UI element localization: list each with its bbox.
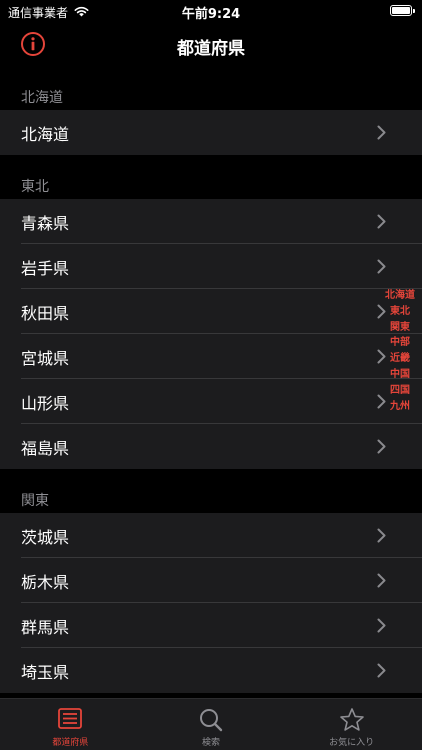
table-row[interactable]: 青森県 (0, 199, 422, 244)
row-label: 宮城県 (21, 348, 70, 368)
battery-icon (390, 5, 415, 16)
section-group: 北海道 (0, 110, 422, 155)
table-row[interactable]: 北海道 (0, 110, 422, 155)
tab-label: 検索 (202, 738, 221, 748)
tab-label: お気に入り (329, 738, 375, 748)
section-index-item[interactable]: 北海道 (385, 288, 415, 304)
section-index-item[interactable]: 九州 (390, 399, 410, 415)
table-row[interactable]: 茨城県 (0, 513, 422, 558)
list-icon (56, 707, 84, 735)
row-label: 秋田県 (21, 303, 70, 323)
battery-level (392, 7, 410, 14)
chevron-right-icon (377, 573, 386, 588)
tab-bar: 都道府県 検索 お気に入り (0, 698, 422, 750)
section-group: 青森県岩手県秋田県宮城県山形県福島県 (0, 199, 422, 469)
section-group: 茨城県栃木県群馬県埼玉県 (0, 513, 422, 693)
star-icon (339, 707, 365, 737)
chevron-right-icon (377, 259, 386, 274)
section-index[interactable]: 北海道 東北 関東 中部 近畿 中国 四国 九州 (382, 288, 418, 414)
section-index-item[interactable]: 四国 (390, 383, 410, 399)
row-label: 岩手県 (21, 258, 70, 278)
table-view: 北海道 北海道 東北 青森県 岩手県 秋田県 宮城県 山形県 福島県 関東 茨城県 栃木県 群馬県 埼玉県 (0, 66, 422, 693)
tab-search[interactable]: 検索 (141, 699, 282, 750)
table-row[interactable]: 群馬県 (0, 603, 422, 648)
chevron-right-icon (377, 663, 386, 678)
search-icon (198, 707, 224, 737)
section-index-item[interactable]: 関東 (390, 320, 410, 336)
table-row[interactable]: 福島県 (0, 424, 422, 469)
section-header: 関東 (0, 469, 422, 513)
row-label: 山形県 (21, 393, 70, 413)
table-row[interactable]: 栃木県 (0, 558, 422, 603)
chevron-right-icon (377, 125, 386, 140)
table-row[interactable]: 宮城県 (0, 334, 422, 379)
tab-prefectures[interactable]: 都道府県 (0, 699, 141, 750)
row-label: 群馬県 (21, 617, 70, 637)
table-row[interactable]: 埼玉県 (0, 648, 422, 693)
chevron-right-icon (377, 439, 386, 454)
status-bar: 通信事業者 午前9:24 (0, 0, 422, 22)
section-header: 北海道 (0, 66, 422, 110)
table-row[interactable]: 岩手県 (0, 244, 422, 289)
navigation-bar: 都道府県 (0, 22, 422, 66)
section-header-label: 北海道 (21, 90, 63, 106)
status-time: 午前9:24 (181, 7, 241, 22)
page-title: 都道府県 (177, 39, 245, 59)
section-header: 東北 (0, 155, 422, 199)
prefecture-list: 北海道 北海道 東北 青森県 岩手県 秋田県 宮城県 山形県 福島県 関東 茨城県 栃木県 群馬県 埼玉県 (0, 66, 422, 698)
section-index-item[interactable]: 中国 (390, 367, 410, 383)
chevron-right-icon (377, 618, 386, 633)
section-index-item[interactable]: 近畿 (390, 351, 410, 367)
table-row[interactable]: 山形県 (0, 379, 422, 424)
chevron-right-icon (377, 528, 386, 543)
section-header-label: 関東 (21, 493, 49, 509)
row-label: 青森県 (21, 213, 70, 233)
section-index-item[interactable]: 中部 (390, 335, 410, 351)
section-header-label: 東北 (21, 179, 49, 195)
row-label: 茨城県 (21, 527, 70, 547)
tab-favorites[interactable]: お気に入り (281, 699, 422, 750)
chevron-right-icon (377, 214, 386, 229)
section-index-item[interactable]: 東北 (390, 304, 410, 320)
row-label: 福島県 (21, 438, 70, 458)
row-label: 栃木県 (21, 572, 70, 592)
table-row[interactable]: 秋田県 (0, 289, 422, 334)
tab-label: 都道府県 (52, 738, 89, 748)
row-label: 埼玉県 (21, 662, 70, 682)
row-label: 北海道 (21, 124, 70, 144)
